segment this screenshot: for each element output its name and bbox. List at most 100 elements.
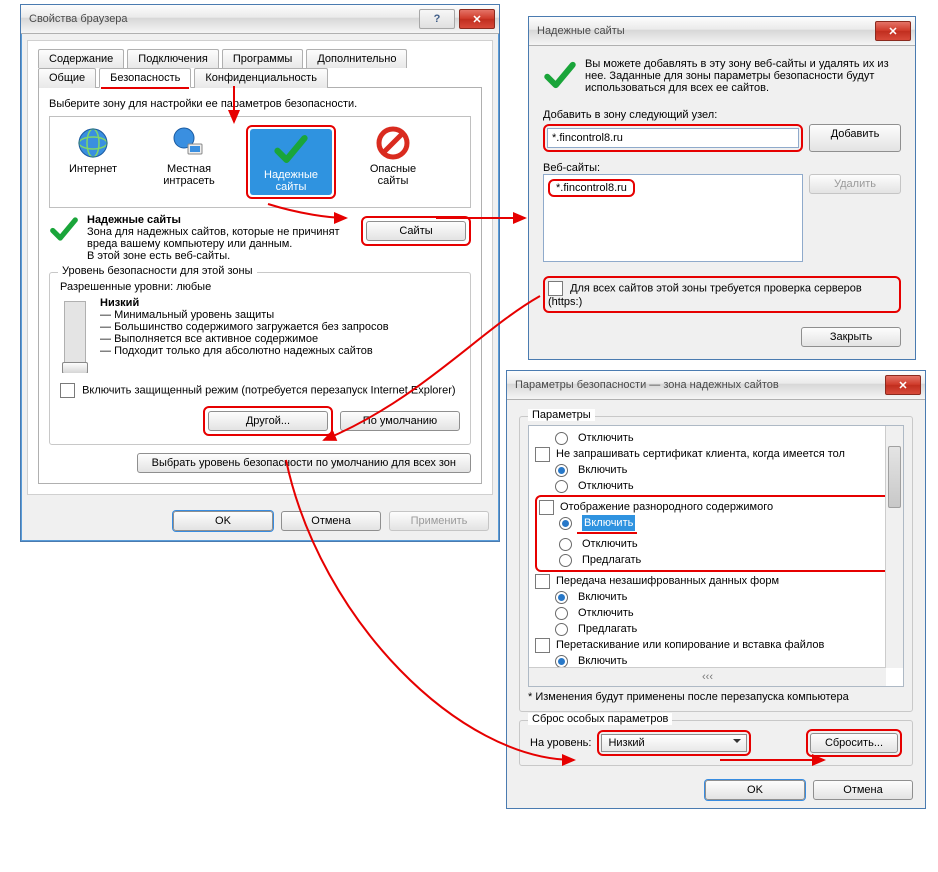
reset-all-zones-button[interactable]: Выбрать уровень безопасности по умолчани… [137, 453, 471, 473]
radio-icon[interactable] [559, 554, 572, 567]
check-icon [49, 214, 79, 247]
reset-combo-highlight: Низкий [597, 730, 751, 756]
settings-tree[interactable]: ОтключитьНе запрашивать сертификат клиен… [528, 425, 904, 687]
cancel-button[interactable]: Отмена [281, 511, 381, 531]
https-check-highlight: Для всех сайтов этой зоны требуется пров… [543, 276, 901, 313]
tree-label: Передача незашифрованных данных форм [556, 573, 779, 589]
tree-option[interactable]: Предлагать [535, 621, 897, 637]
level-slider[interactable] [64, 301, 86, 373]
tab-content[interactable]: Содержание [38, 49, 124, 68]
radio-icon[interactable] [559, 517, 572, 530]
folder-icon[interactable] [535, 638, 550, 653]
tab-general[interactable]: Общие [38, 68, 96, 88]
tree-option[interactable]: Включить [535, 462, 897, 478]
tree-option[interactable]: Отключить [535, 430, 897, 446]
radio-icon[interactable] [555, 623, 568, 636]
protected-mode-checkbox[interactable] [60, 383, 75, 398]
radio-icon[interactable] [555, 687, 568, 688]
window-title: Параметры безопасности — зона надежных с… [515, 379, 885, 391]
websites-list[interactable]: *.fincontrol8.ru [543, 174, 803, 262]
check-icon [543, 58, 577, 95]
tree-option[interactable]: Отключить [535, 605, 897, 621]
vertical-scrollbar[interactable] [885, 426, 903, 668]
reset-button-highlight: Сбросить... [806, 729, 902, 757]
tab-connections[interactable]: Подключения [127, 49, 219, 68]
titlebar[interactable]: Свойства браузера ? ✕ [21, 5, 499, 34]
zone-internet[interactable]: Интернет [54, 125, 132, 175]
close-dialog-button[interactable]: Закрыть [801, 327, 901, 347]
zone-restricted[interactable]: Опасные сайты [354, 125, 432, 187]
tree-label: Перетаскивание или копирование и вставка… [556, 637, 824, 653]
list-item[interactable]: *.fincontrol8.ru [556, 182, 627, 194]
tree-label: Отключить [578, 605, 634, 621]
zone-desc2: В этой зоне есть веб-сайты. [87, 250, 230, 262]
zone-intranet[interactable]: Местная интрасеть [150, 125, 228, 187]
add-site-input[interactable]: *.fincontrol8.ru [547, 128, 799, 148]
radio-icon[interactable] [555, 591, 568, 604]
tree-category[interactable]: Не запрашивать сертификат клиента, когда… [535, 446, 897, 462]
remove-button[interactable]: Удалить [809, 174, 901, 194]
zone-icons: Интернет Местная интрасеть Надежные сайт… [49, 116, 471, 208]
close-button[interactable]: ✕ [459, 9, 495, 29]
apply-button[interactable]: Применить [389, 511, 489, 531]
radio-icon[interactable] [555, 464, 568, 477]
tree-label: Не запрашивать сертификат клиента, когда… [556, 446, 845, 462]
zone-prompt: Выберите зону для настройки ее параметро… [49, 98, 471, 110]
tree-category[interactable]: Отображение разнородного содержимого [539, 499, 893, 515]
tree-category[interactable]: Передача незашифрованных данных форм [535, 573, 897, 589]
add-input-highlight: *.fincontrol8.ru [543, 124, 803, 152]
tree-label: Предлагать [582, 552, 641, 568]
require-https-checkbox[interactable] [548, 281, 563, 296]
underline-annotation [577, 532, 637, 534]
globe-pc-icon [171, 125, 207, 161]
sites-button-highlight: Сайты [361, 216, 471, 246]
folder-icon[interactable] [535, 574, 550, 589]
window-title: Надежные сайты [537, 25, 875, 37]
default-level-button[interactable]: По умолчанию [340, 411, 460, 431]
dialog-footer: OK Отмена Применить [21, 501, 499, 541]
custom-level-button[interactable]: Другой... [208, 411, 328, 431]
close-button[interactable]: ✕ [885, 375, 921, 395]
cancel-button[interactable]: Отмена [813, 780, 913, 800]
tree-option[interactable]: Включить [535, 589, 897, 605]
zone-trusted-highlight: Надежные сайты [246, 125, 336, 199]
add-button[interactable]: Добавить [809, 124, 901, 152]
radio-icon[interactable] [555, 432, 568, 445]
scrollbar-thumb[interactable] [888, 446, 901, 508]
radio-icon[interactable] [555, 607, 568, 620]
ban-icon [375, 125, 411, 161]
tree-option[interactable]: Отключить [539, 536, 893, 552]
reset-button[interactable]: Сбросить... [810, 733, 898, 753]
tree-option[interactable]: Отключить [535, 478, 897, 494]
tree-option[interactable]: Включить [539, 515, 893, 531]
help-button[interactable]: ? [419, 9, 455, 29]
tab-advanced[interactable]: Дополнительно [306, 49, 407, 68]
reset-level-combo[interactable]: Низкий [601, 734, 747, 752]
titlebar[interactable]: Параметры безопасности — зона надежных с… [507, 371, 925, 400]
folder-icon[interactable] [535, 447, 550, 462]
browser-properties-window: Свойства браузера ? ✕ Содержание Подключ… [20, 4, 500, 542]
tab-underline-annotation [101, 87, 189, 89]
reset-legend: Сброс особых параметров [528, 713, 672, 725]
close-button[interactable]: ✕ [875, 21, 911, 41]
level-allowed: Разрешенные уровни: любые [60, 281, 460, 293]
radio-icon[interactable] [555, 480, 568, 493]
radio-icon[interactable] [559, 538, 572, 551]
ok-button[interactable]: OK [173, 511, 273, 531]
tree-category[interactable]: Перетаскивание или копирование и вставка… [535, 637, 897, 653]
list-item-highlight: *.fincontrol8.ru [548, 179, 635, 197]
folder-icon[interactable] [539, 500, 554, 515]
tree-option[interactable]: Предлагать [539, 552, 893, 568]
tab-privacy[interactable]: Конфиденциальность [194, 68, 328, 88]
horizontal-scrollbar[interactable]: ‹‹‹ [529, 667, 886, 686]
zone-trusted[interactable]: Надежные сайты [250, 129, 332, 195]
radio-icon[interactable] [555, 655, 568, 668]
level-line: Минимальный уровень защиты [114, 309, 274, 321]
tree-label: Отключить [578, 430, 634, 446]
zone-label: Интернет [69, 163, 117, 175]
titlebar[interactable]: Надежные сайты ✕ [529, 17, 915, 46]
ok-button[interactable]: OK [705, 780, 805, 800]
sites-button[interactable]: Сайты [366, 221, 466, 241]
tab-programs[interactable]: Программы [222, 49, 303, 68]
tab-security[interactable]: Безопасность [99, 68, 191, 88]
